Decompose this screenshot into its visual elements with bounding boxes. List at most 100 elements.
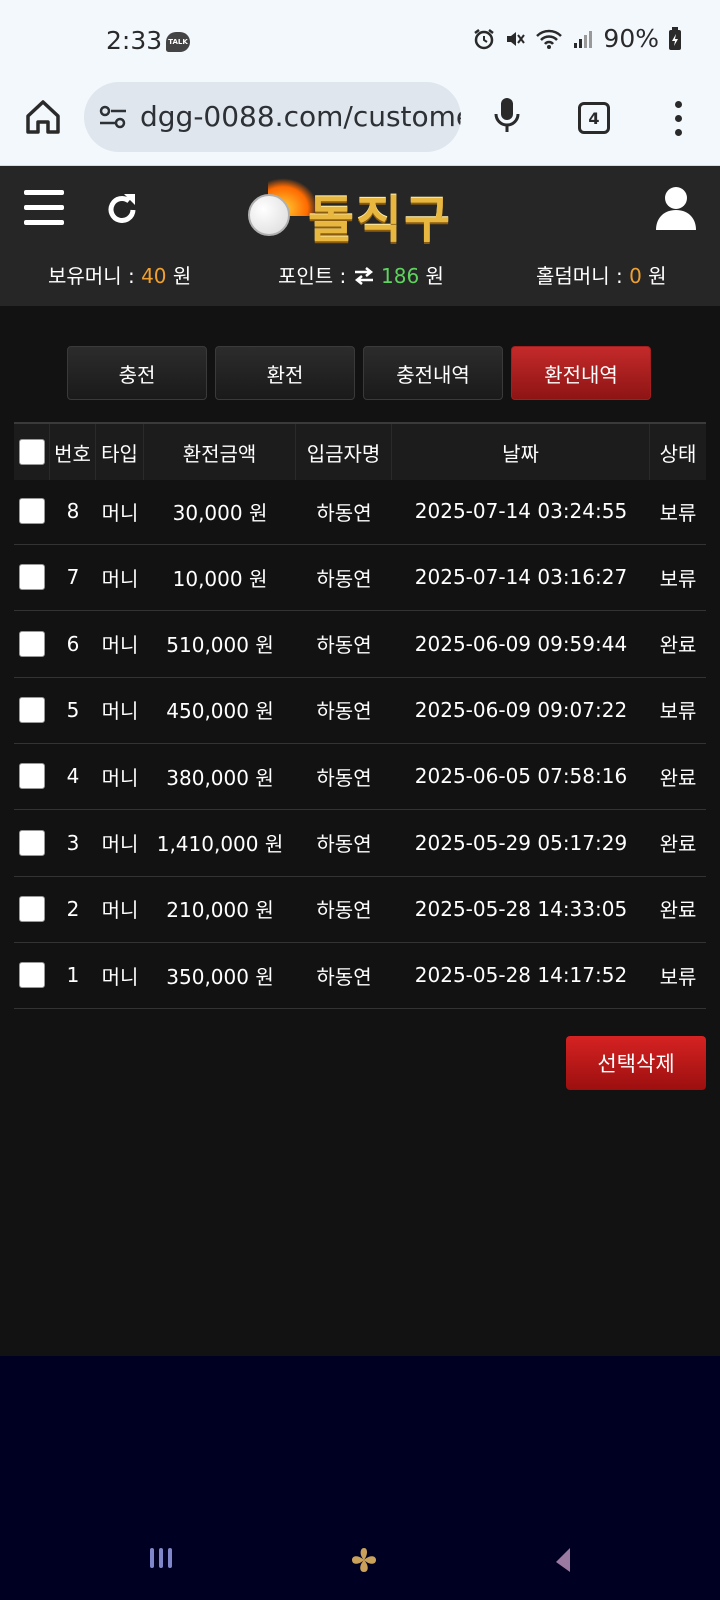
row-type: 머니 bbox=[101, 500, 139, 525]
row-select-cell bbox=[14, 478, 50, 544]
row-status: 보류 bbox=[659, 699, 697, 724]
select-all-checkbox[interactable] bbox=[18, 439, 45, 465]
money-value: 40 bbox=[141, 264, 167, 288]
select-all-cell bbox=[14, 424, 50, 480]
home-icon[interactable] bbox=[22, 96, 64, 138]
table-row: 7 머니 10,000 원 하동연 2025-07-14 03:16:27 보류 bbox=[14, 544, 706, 612]
header-status: 상태 bbox=[650, 424, 706, 480]
site-settings-icon[interactable] bbox=[98, 104, 128, 130]
row-status: 완료 bbox=[659, 898, 697, 923]
holdem-value: 0 bbox=[629, 264, 642, 288]
tab-deposit-history[interactable]: 충전내역 bbox=[363, 346, 503, 400]
battery-icon bbox=[669, 26, 681, 50]
row-number: 8 bbox=[66, 499, 80, 523]
status-bar: 2:33 TALK 90% bbox=[0, 0, 720, 82]
row-amount: 210,000 원 bbox=[166, 898, 274, 923]
recent-apps-icon[interactable] bbox=[150, 1548, 172, 1568]
tab-withdraw-history[interactable]: 환전내역 bbox=[511, 346, 651, 400]
holdem-balance: 홀덤머니 : 0 원 bbox=[536, 260, 667, 289]
back-nav-icon[interactable] bbox=[552, 1546, 574, 1574]
table-row: 2 머니 210,000 원 하동연 2025-05-28 14:33:05 완료 bbox=[14, 876, 706, 943]
row-status: 완료 bbox=[659, 765, 697, 790]
url-text[interactable]: dgg-0088.com/customer bbox=[140, 100, 461, 133]
baseball-icon bbox=[248, 194, 290, 236]
row-date: 2025-06-05 07:58:16 bbox=[414, 764, 628, 789]
user-icon[interactable] bbox=[654, 184, 698, 232]
row-select-cell bbox=[14, 677, 50, 743]
home-nav-icon[interactable] bbox=[350, 1546, 378, 1574]
money-label: 보유머니 : bbox=[48, 264, 142, 288]
row-date: 2025-05-28 14:33:05 bbox=[414, 896, 628, 921]
more-options-icon[interactable] bbox=[668, 98, 688, 138]
holdem-unit: 원 bbox=[641, 264, 667, 288]
row-depositor: 하동연 bbox=[316, 566, 372, 591]
navigation-bar bbox=[0, 1356, 720, 1600]
row-number: 5 bbox=[66, 697, 80, 722]
row-checkbox[interactable] bbox=[19, 696, 45, 723]
row-number: 4 bbox=[66, 764, 80, 789]
point-balance[interactable]: 포인트 : 186 원 bbox=[278, 260, 444, 289]
table-header: 번호 타입 환전금액 입금자명 날짜 상태 bbox=[14, 422, 706, 480]
row-type: 머니 bbox=[101, 699, 139, 724]
refresh-icon[interactable] bbox=[104, 188, 140, 228]
address-bar[interactable]: dgg-0088.com/customer bbox=[84, 82, 461, 152]
point-label: 포인트 : bbox=[278, 264, 353, 288]
row-type: 머니 bbox=[101, 765, 139, 790]
row-checkbox[interactable] bbox=[19, 962, 45, 989]
row-depositor: 하동연 bbox=[316, 832, 372, 856]
header-date: 날짜 bbox=[392, 424, 650, 480]
point-value: 186 bbox=[381, 264, 420, 288]
row-date: 2025-05-28 14:17:52 bbox=[414, 963, 628, 988]
row-checkbox[interactable] bbox=[19, 630, 45, 657]
row-depositor: 하동연 bbox=[316, 964, 372, 989]
status-icons: 90% bbox=[473, 24, 682, 53]
row-checkbox[interactable] bbox=[19, 895, 45, 922]
row-checkbox[interactable] bbox=[19, 763, 45, 790]
row-checkbox[interactable] bbox=[19, 498, 45, 524]
row-checkbox[interactable] bbox=[19, 564, 45, 591]
row-date: 2025-07-14 03:24:55 bbox=[414, 499, 628, 523]
money-balance: 보유머니 : 40 원 bbox=[48, 260, 191, 289]
row-date: 2025-05-29 05:17:29 bbox=[414, 830, 628, 855]
alarm-icon bbox=[474, 28, 495, 49]
row-status: 완료 bbox=[659, 633, 697, 658]
swap-icon[interactable] bbox=[353, 266, 375, 286]
table-row: 5 머니 450,000 원 하동연 2025-06-09 09:07:22 보류 bbox=[14, 677, 706, 744]
delete-selected-button[interactable]: 선택삭제 bbox=[566, 1036, 706, 1090]
row-amount: 1,410,000 원 bbox=[156, 832, 284, 856]
header-number: 번호 bbox=[50, 424, 96, 480]
row-number: 1 bbox=[66, 963, 80, 988]
row-number: 3 bbox=[66, 830, 80, 855]
table-row: 3 머니 1,410,000 원 하동연 2025-05-29 05:17:29 완료 bbox=[14, 810, 706, 877]
hamburger-menu-icon[interactable] bbox=[24, 190, 64, 226]
row-checkbox[interactable] bbox=[19, 829, 45, 856]
site-logo[interactable]: 돌직구 bbox=[246, 172, 472, 249]
tab-deposit[interactable]: 충전 bbox=[67, 346, 207, 400]
signal-icon bbox=[574, 30, 593, 48]
row-date: 2025-07-14 03:16:27 bbox=[414, 565, 628, 590]
row-select-cell bbox=[14, 810, 50, 876]
header-depositor: 입금자명 bbox=[296, 424, 392, 480]
point-unit: 원 bbox=[419, 264, 444, 288]
row-depositor: 하동연 bbox=[316, 699, 372, 724]
logo-text: 돌직구 bbox=[308, 191, 452, 249]
mute-icon bbox=[507, 31, 526, 46]
site-header: 돌직구 보유머니 : 40 원 포인트 : 186 원 홀덤머니 : 0 원 bbox=[0, 166, 720, 306]
row-depositor: 하동연 bbox=[316, 765, 372, 790]
status-time: 2:33 bbox=[106, 26, 163, 55]
row-type: 머니 bbox=[101, 633, 139, 658]
row-type: 머니 bbox=[101, 964, 139, 989]
row-depositor: 하동연 bbox=[316, 898, 372, 923]
row-number: 7 bbox=[66, 565, 80, 590]
header-type: 타입 bbox=[96, 424, 144, 480]
microphone-icon[interactable] bbox=[492, 96, 522, 138]
row-amount: 30,000 원 bbox=[172, 500, 268, 525]
row-select-cell bbox=[14, 942, 50, 1008]
row-amount: 10,000 원 bbox=[172, 566, 268, 591]
row-depositor: 하동연 bbox=[316, 633, 372, 658]
row-select-cell bbox=[14, 743, 50, 809]
tab-switcher-button[interactable]: 4 bbox=[578, 102, 610, 134]
row-select-cell bbox=[14, 544, 50, 610]
tab-withdraw[interactable]: 환전 bbox=[215, 346, 355, 400]
row-amount: 350,000 원 bbox=[166, 964, 274, 989]
